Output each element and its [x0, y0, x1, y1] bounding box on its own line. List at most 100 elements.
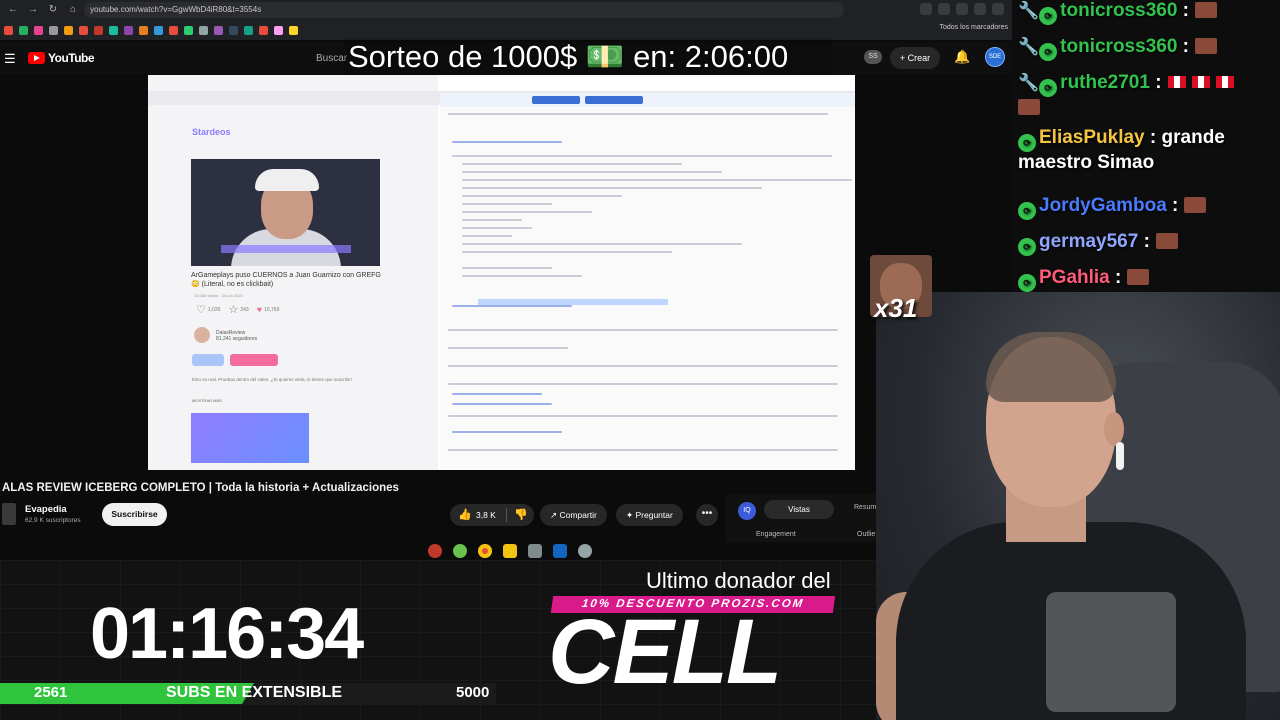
bookmark-icon[interactable]	[199, 25, 208, 35]
ss-badge[interactable]: SS	[864, 50, 882, 64]
dislike-icon[interactable]: 👎	[514, 508, 528, 521]
bookmark-icon[interactable]	[214, 25, 223, 35]
chat-message: ⟳ germay567 :	[1018, 231, 1178, 256]
home-icon[interactable]: ⌂	[66, 3, 80, 17]
browser-extensions	[920, 3, 1004, 15]
stream-timer: 01:16:34	[90, 594, 364, 674]
bookmark-icon[interactable]	[19, 25, 28, 35]
rating-2: 243	[240, 306, 249, 313]
obs-icon[interactable]	[428, 544, 442, 558]
profile-icon[interactable]	[992, 3, 1004, 15]
chat-text: grande	[1161, 127, 1225, 148]
forward-arrow-icon[interactable]: →	[26, 3, 40, 17]
console-line	[462, 251, 672, 253]
console-line	[452, 155, 832, 157]
bookmark-icon[interactable]	[229, 25, 238, 35]
rating-3: 16,769	[264, 306, 280, 313]
chat-username: ruthe2701	[1060, 72, 1150, 93]
console-line	[448, 449, 838, 451]
bookmark-icon[interactable]	[124, 25, 133, 35]
heart-icon: ♡	[196, 304, 206, 316]
video-player[interactable]: Stardeos ArGameplays puso CUERNOS a Juan…	[148, 75, 855, 470]
subscribe-button[interactable]: Suscribirse	[102, 503, 167, 526]
bookmark-icon[interactable]	[259, 25, 268, 35]
account-avatar[interactable]: SDE	[985, 47, 1005, 67]
create-button[interactable]: + Crear	[890, 47, 940, 69]
engagement-label: Engagement	[756, 531, 796, 538]
bookmark-icon[interactable]	[274, 25, 283, 35]
chat-message: ⟳ PGahlia :	[1018, 267, 1150, 292]
bookmark-icon[interactable]	[244, 25, 253, 35]
search-input[interactable]: Buscar	[316, 53, 347, 64]
console-line	[462, 275, 582, 277]
bookmark-icon[interactable]	[4, 25, 13, 35]
star-icon[interactable]	[956, 3, 968, 15]
chat-text-continued: maestro Simao	[1018, 152, 1155, 173]
console-line	[462, 219, 522, 221]
channel-avatar[interactable]	[2, 503, 16, 525]
inner-video-title: ArGameplays puso CUERNOS a Juan Guarnizo…	[191, 272, 381, 288]
tab-resumen[interactable]: Resum	[854, 504, 876, 511]
subscriber-badge-icon: ⟳	[1018, 238, 1036, 256]
stardeos-logo: Stardeos	[192, 127, 231, 137]
bookmark-icon[interactable]	[154, 25, 163, 35]
chat-username: PGahlia	[1039, 267, 1110, 288]
emote-icon	[1127, 269, 1150, 285]
bookmark-icon[interactable]	[49, 25, 58, 35]
like-icon[interactable]: 👍	[458, 508, 472, 521]
all-bookmarks-link[interactable]: Todos los marcadores	[940, 24, 1008, 31]
video-thumbnail	[191, 159, 380, 266]
reload-icon[interactable]: ↻	[46, 3, 60, 17]
chat-username: JordyGamboa	[1039, 195, 1167, 216]
bookmark-icon[interactable]	[184, 25, 193, 35]
bookmark-icon[interactable]	[289, 25, 298, 35]
console-line	[452, 431, 562, 433]
zoom-icon[interactable]	[920, 3, 932, 15]
bookmark-icon[interactable]	[64, 25, 73, 35]
rating-row: ♡ 1,026 ☆ 243 ♥ 16,769	[196, 303, 284, 316]
photoshop-icon[interactable]	[553, 544, 567, 558]
channel-name[interactable]: Evapedia	[25, 504, 67, 515]
browser-chrome: ← → ↻ ⌂ youtube.com/watch?v=GgwWbD4iR80&…	[0, 0, 1012, 40]
menu-icon[interactable]: ☰	[4, 51, 16, 67]
streamer-ear	[1104, 412, 1124, 446]
bookmark-icon[interactable]	[169, 25, 178, 35]
app-icon[interactable]	[578, 544, 592, 558]
share-icon[interactable]	[938, 3, 950, 15]
webcam-feed	[876, 292, 1280, 720]
folder-icon[interactable]	[503, 544, 517, 558]
bookmark-icon[interactable]	[94, 25, 103, 35]
bookmark-icon[interactable]	[109, 25, 118, 35]
address-bar[interactable]: youtube.com/watch?v=GgwWbD4iR80&t=3554s	[84, 2, 844, 18]
inner-channel-avatar	[194, 327, 210, 343]
channel-subscribers: 62,9 K suscriptores	[25, 517, 81, 524]
chat-username: germay567	[1039, 231, 1139, 252]
app-icon[interactable]	[528, 544, 542, 558]
last-donor-label: Ultimo donador del	[646, 568, 831, 593]
share-button[interactable]: ↗ Compartir	[540, 504, 607, 526]
emote-combo-count: x31	[874, 293, 918, 323]
inner-channel-subs: 81,241 seguidores	[216, 336, 258, 342]
more-actions-button[interactable]: •••	[696, 504, 718, 526]
tab-vistas[interactable]: Vistas	[764, 500, 834, 519]
youtube-logo[interactable]: YouTube	[28, 51, 95, 65]
inner-promo-banner	[191, 413, 309, 463]
bookmark-icon[interactable]	[79, 25, 88, 35]
extension-logo-icon[interactable]: IQ	[738, 502, 756, 520]
chrome-icon[interactable]	[478, 544, 492, 558]
console-line	[462, 195, 622, 197]
bookmark-icon[interactable]	[34, 25, 43, 35]
like-divider	[506, 508, 507, 522]
peru-flag-icon	[1191, 76, 1210, 88]
like-count[interactable]: 3,8 K	[476, 510, 496, 520]
bookmarks-bar	[0, 22, 1012, 38]
console-line	[452, 305, 572, 307]
peru-flag-icon	[1215, 76, 1234, 88]
ask-button[interactable]: ✦ Preguntar	[616, 504, 683, 526]
bookmark-icon[interactable]	[139, 25, 148, 35]
back-arrow-icon[interactable]: ←	[6, 3, 20, 17]
app-icon[interactable]	[453, 544, 467, 558]
extension-icon[interactable]	[974, 3, 986, 15]
youtube-play-icon	[28, 52, 45, 64]
notifications-bell-icon[interactable]: 🔔	[954, 49, 970, 65]
